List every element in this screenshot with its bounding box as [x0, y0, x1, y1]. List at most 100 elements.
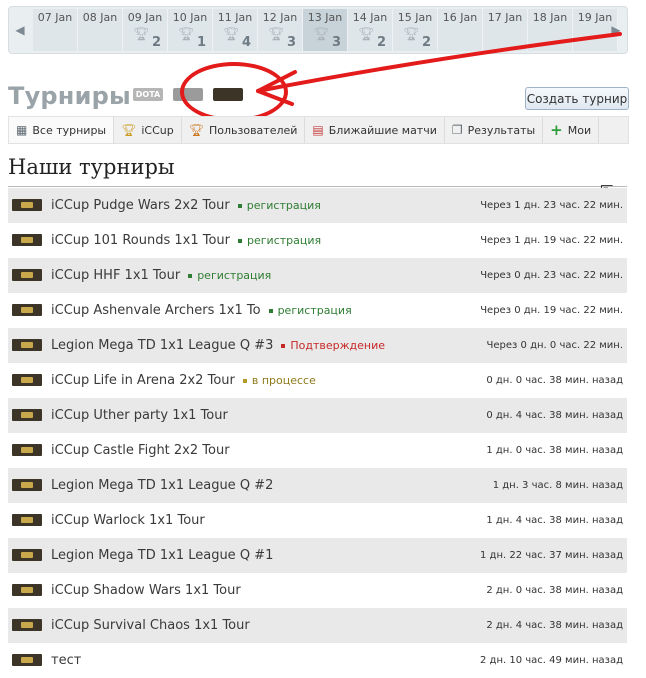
tournament-row[interactable]: Legion Mega TD 1x1 League Q #1 1 дн. 22 ч… — [8, 538, 627, 573]
calendar-day-count: 1 — [196, 35, 206, 50]
tournament-name-link[interactable]: Legion Mega TD 1x1 League Q #3 — [51, 338, 273, 353]
calendar-day[interactable]: 09 Jan 🏆︎ 2 — [123, 9, 168, 51]
tournament-time: 2 дн. 10 час. 49 мин. назад — [479, 655, 623, 666]
trophy-icon: 🏆︎ — [358, 27, 375, 42]
tournament-name-link[interactable]: тест — [51, 653, 81, 668]
tournament-list: iCCup Pudge Wars 2x2 Tour регистрация Чере… — [8, 188, 627, 678]
tournament-name-wrap: iCCup Castle Fight 2x2 Tour — [51, 443, 230, 458]
tournament-row[interactable]: iCCup HHF 1x1 Tour регистрация Через 0 дн.… — [8, 258, 627, 293]
calendar-day[interactable]: 10 Jan 🏆︎ 1 — [168, 9, 213, 51]
calendar-day-count: 2 — [151, 35, 161, 50]
tournament-name-link[interactable]: iCCup HHF 1x1 Tour — [51, 268, 180, 283]
tournament-name-link[interactable]: iCCup Warlock 1x1 Tour — [51, 513, 205, 528]
calendar-day[interactable]: 12 Jan 🏆︎ 3 — [258, 9, 303, 51]
tournament-time: 1 дн. 22 час. 37 мин. назад — [479, 550, 623, 561]
status-text: регистрация — [247, 234, 322, 247]
calendar-day-count: 3 — [286, 35, 296, 50]
chevron-right-icon[interactable]: ▶ — [605, 7, 627, 53]
divider — [8, 186, 627, 187]
iccup-logo-icon — [12, 199, 42, 211]
tournament-name-wrap: тест — [51, 653, 81, 668]
tournament-name-wrap: iCCup Ashenvale Archers 1x1 To регистраци… — [51, 303, 352, 318]
game-filter-dota[interactable]: DOTA — [133, 88, 163, 101]
calendar-day-count: 2 — [421, 35, 431, 50]
tournament-tabs: ▦ Все турниры 🏆︎ iCCup 🏆︎ Пользователей ▤ Бл… — [8, 116, 629, 144]
tournament-name-wrap: Legion Mega TD 1x1 League Q #1 — [51, 548, 273, 563]
tournament-time: 1 дн. 4 час. 38 мин. назад — [486, 515, 623, 526]
calendar-day[interactable]: 18 Jan — [528, 9, 573, 51]
tournament-row[interactable]: iCCup Survival Chaos 1x1 Tour 2 дн. 4 час… — [8, 608, 627, 643]
tournament-row[interactable]: iCCup Shadow Wars 1x1 Tour 2 дн. 0 час. 3… — [8, 573, 627, 608]
results-icon: ❐ — [451, 123, 463, 137]
iccup-logo-icon — [12, 409, 42, 421]
create-tournament-button[interactable]: Создать турнир — [525, 87, 629, 110]
tournament-time: 1 дн. 3 час. 8 мин. назад — [492, 480, 623, 491]
tab-iccup[interactable]: 🏆︎ iCCup — [114, 117, 182, 143]
tournament-name-link[interactable]: iCCup Castle Fight 2x2 Tour — [51, 443, 230, 458]
tournament-row[interactable]: Legion Mega TD 1x1 League Q #2 1 дн. 3 ча… — [8, 468, 627, 503]
tournament-row[interactable]: iCCup Warlock 1x1 Tour 1 дн. 4 час. 38 ми… — [8, 503, 627, 538]
iccup-logo-icon — [12, 549, 42, 561]
tab-all[interactable]: ▦ Все турниры — [9, 117, 115, 143]
tournament-time: 1 дн. 0 час. 38 мин. назад — [486, 445, 623, 456]
tournament-name-wrap: iCCup HHF 1x1 Tour регистрация — [51, 268, 271, 283]
calendar-day-count: 2 — [376, 35, 386, 50]
tournament-name-link[interactable]: iCCup Uther party 1x1 Tour — [51, 408, 228, 423]
tournament-time: 2 дн. 0 час. 38 мин. назад — [486, 585, 623, 596]
tournament-name-link[interactable]: Legion Mega TD 1x1 League Q #2 — [51, 478, 273, 493]
tournament-row[interactable]: iCCup Ashenvale Archers 1x1 To регистраци… — [8, 293, 627, 328]
calendar-day[interactable]: 15 Jan 🏆︎ 2 — [393, 9, 438, 51]
tournament-name-wrap: iCCup Uther party 1x1 Tour — [51, 408, 228, 423]
trophy-icon: 🏆︎ — [268, 27, 285, 42]
iccup-logo-icon — [12, 514, 42, 526]
status-dot-icon — [281, 343, 286, 348]
tab-results[interactable]: ❐ Результаты — [445, 117, 544, 143]
status-badge: регистрация — [238, 234, 321, 247]
calendar-day[interactable]: 07 Jan — [33, 9, 78, 51]
tournament-row[interactable]: iCCup Pudge Wars 2x2 Tour регистрация Чере… — [8, 188, 627, 223]
tournament-name-wrap: Legion Mega TD 1x1 League Q #3 Подтвержде… — [51, 338, 385, 353]
tournament-row[interactable]: Legion Mega TD 1x1 League Q #3 Подтвержде… — [8, 328, 627, 363]
tournament-name-link[interactable]: iCCup Shadow Wars 1x1 Tour — [51, 583, 241, 598]
tournament-row[interactable]: iCCup Uther party 1x1 Tour 0 дн. 4 час. 3… — [8, 398, 627, 433]
tab-mine[interactable]: + Мои — [543, 117, 600, 143]
calendar-day[interactable]: 11 Jan 🏆︎ 4 — [213, 9, 258, 51]
tournament-row[interactable]: iCCup Castle Fight 2x2 Tour 1 дн. 0 час. … — [8, 433, 627, 468]
chevron-left-icon[interactable]: ◀ — [9, 7, 31, 53]
calendar-day[interactable]: 08 Jan — [78, 9, 123, 51]
tournament-time: 0 дн. 4 час. 38 мин. назад — [486, 410, 623, 421]
iccup-logo-icon — [12, 654, 42, 666]
tournament-name-link[interactable]: iCCup Life in Arena 2x2 Tour — [51, 373, 235, 388]
iccup-logo-icon — [12, 479, 42, 491]
calendar-day-label: 18 Jan — [532, 11, 568, 24]
status-dot-icon — [238, 238, 243, 243]
calendar-day[interactable]: 13 Jan 🏆︎ 3 — [303, 9, 348, 51]
status-dot-icon — [188, 273, 193, 278]
calendar-day-label: 07 Jan — [37, 11, 73, 24]
tab-users[interactable]: 🏆︎ Пользователей — [182, 117, 306, 143]
iccup-logo-icon — [12, 619, 42, 631]
tournament-name-link[interactable]: iCCup Pudge Wars 2x2 Tour — [51, 198, 230, 213]
status-dot-icon — [242, 378, 247, 383]
calendar-days: 07 Jan 08 Jan 09 Jan 🏆︎ 2 10 Jan 🏆︎ 1 11 Jan 🏆︎ 4 1… — [33, 9, 618, 51]
tournament-name-link[interactable]: Legion Mega TD 1x1 League Q #1 — [51, 548, 273, 563]
tournament-name-wrap: Legion Mega TD 1x1 League Q #2 — [51, 478, 273, 493]
status-text: в процессе — [251, 374, 316, 387]
status-text: Подтверждение — [290, 339, 385, 352]
tournament-name-link[interactable]: iCCup 101 Rounds 1x1 Tour — [51, 233, 230, 248]
iccup-logo-icon — [12, 339, 42, 351]
tournament-name-wrap: iCCup Shadow Wars 1x1 Tour — [51, 583, 241, 598]
calendar-day[interactable]: 16 Jan — [438, 9, 483, 51]
tab-upcoming-matches[interactable]: ▤ Ближайшие матчи — [305, 117, 445, 143]
tournament-row[interactable]: iCCup Life in Arena 2x2 Tour в процессе 0 … — [8, 363, 627, 398]
trophy-icon: 🏆︎ — [313, 27, 330, 42]
calendar-day-label: 09 Jan — [127, 11, 163, 24]
tournament-name-link[interactable]: iCCup Ashenvale Archers 1x1 To — [51, 303, 261, 318]
tournament-row[interactable]: iCCup 101 Rounds 1x1 Tour регистрация Чере… — [8, 223, 627, 258]
calendar-day[interactable]: 14 Jan 🏆︎ 2 — [348, 9, 393, 51]
page-title: Турниры — [8, 82, 131, 110]
iccup-logo-icon — [12, 304, 42, 316]
tournament-name-link[interactable]: iCCup Survival Chaos 1x1 Tour — [51, 618, 250, 633]
calendar-day[interactable]: 17 Jan — [483, 9, 528, 51]
tournament-time: Через 0 дн. 0 час. 22 мин. — [486, 340, 623, 351]
